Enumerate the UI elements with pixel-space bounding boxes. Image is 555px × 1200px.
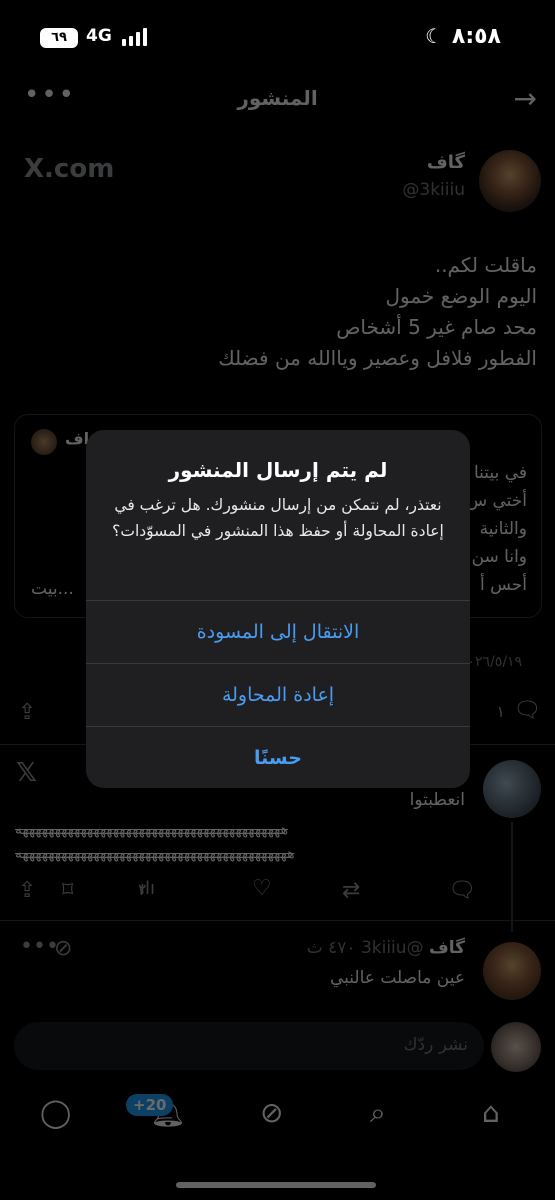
x-logo-icon: 𝕏	[16, 758, 37, 788]
dialog-title: لم يتم إرسال المنشور	[168, 458, 388, 482]
reply-text: انعطبتوا	[409, 790, 465, 810]
bookmark-icon[interactable]: ⌑	[62, 878, 73, 903]
author-handle[interactable]: @3kiiiu	[402, 180, 465, 200]
arrow-right-icon[interactable]: →	[514, 82, 537, 115]
avatar[interactable]	[483, 942, 541, 1000]
grok-icon[interactable]: ⊘	[54, 936, 72, 961]
reply-text: عين ماصلت عالنبي	[330, 968, 465, 988]
home-indicator	[176, 1182, 376, 1188]
bottom-nav: ◯ 🔔︎ ⊘ ⌕ ⌂	[0, 1096, 555, 1136]
notification-badge: +20	[126, 1094, 174, 1116]
repost-icon[interactable]: ⇄	[342, 878, 360, 903]
dialog-message: نعتذر، لم نتمكن من إرسال منشورك. هل ترغب…	[112, 496, 444, 540]
quoted-line: في بيتنا	[473, 463, 527, 483]
reply-icon[interactable]: 🗨	[448, 878, 476, 903]
go-to-draft-button[interactable]: الانتقال إلى المسودة	[86, 601, 470, 663]
author-name[interactable]: گاف	[427, 152, 465, 173]
messages-icon[interactable]: ◯	[40, 1096, 71, 1129]
home-icon[interactable]: ⌂	[482, 1096, 500, 1129]
alert-dialog: لم يتم إرسال المنشور نعتذر، لم نتمكن من …	[86, 430, 470, 788]
grok-icon[interactable]: ⊘	[260, 1096, 283, 1129]
reply-placeholder: نشر ردّك	[403, 1035, 468, 1055]
heart-icon[interactable]: ♡	[252, 876, 272, 901]
quoted-trailing: بيت...	[31, 579, 74, 599]
page-title: المنشور	[237, 86, 318, 110]
retry-button[interactable]: إعادة المحاولة	[86, 664, 470, 726]
reply-strike-line: هههههههههههههههههههههههههههههههههههههههه…	[15, 822, 289, 838]
post-line: ماقلت لكم..	[434, 253, 537, 277]
source-badge: X.com	[24, 154, 115, 184]
post-line: اليوم الوضع خمول	[385, 284, 537, 308]
reply-author: گاف	[428, 938, 465, 958]
ok-button[interactable]: حسنًا	[86, 727, 470, 788]
reply-header: گاف @3kiiiu ٤٧٠ ث	[307, 938, 465, 958]
share-icon[interactable]: ⇪	[18, 700, 36, 725]
reply-strike-line: هههههههههههههههههههههههههههههههههههههههه…	[15, 846, 295, 862]
quoted-line: والثانية	[479, 519, 527, 539]
quoted-line: وانا سن	[471, 547, 527, 567]
top-header: ••• المنشور →	[0, 80, 555, 120]
reply-input[interactable]: نشر ردّك	[14, 1022, 484, 1070]
avatar[interactable]	[483, 760, 541, 818]
reply-time: ٤٧٠ ث	[306, 938, 356, 958]
quoted-line: أحس أ	[479, 575, 527, 595]
reply-handle: @3kiiiu	[360, 938, 424, 958]
reply-count: ١	[496, 702, 505, 721]
reply-icon[interactable]: 🗨	[513, 698, 541, 723]
share-icon[interactable]: ⇪	[18, 878, 36, 903]
post-line: الفطور فلافل وعصير وياالله من فضلك	[218, 346, 537, 370]
post-body: ماقلت لكم.. اليوم الوضع خمول محد صام غير…	[17, 250, 537, 374]
avatar[interactable]	[479, 150, 541, 212]
divider	[0, 920, 555, 921]
quoted-line: أختي س	[466, 491, 527, 511]
search-icon[interactable]: ⌕	[370, 1096, 386, 1130]
views-count: ٢	[138, 880, 147, 899]
post-line: محد صام غير 5 أشخاص	[336, 315, 537, 339]
avatar	[31, 429, 57, 455]
thread-line	[511, 822, 513, 932]
reply-actions: ⇪ ⌑ ılı ٢ ♡ ⇄ 🗨	[0, 876, 555, 903]
avatar[interactable]	[491, 1022, 541, 1072]
